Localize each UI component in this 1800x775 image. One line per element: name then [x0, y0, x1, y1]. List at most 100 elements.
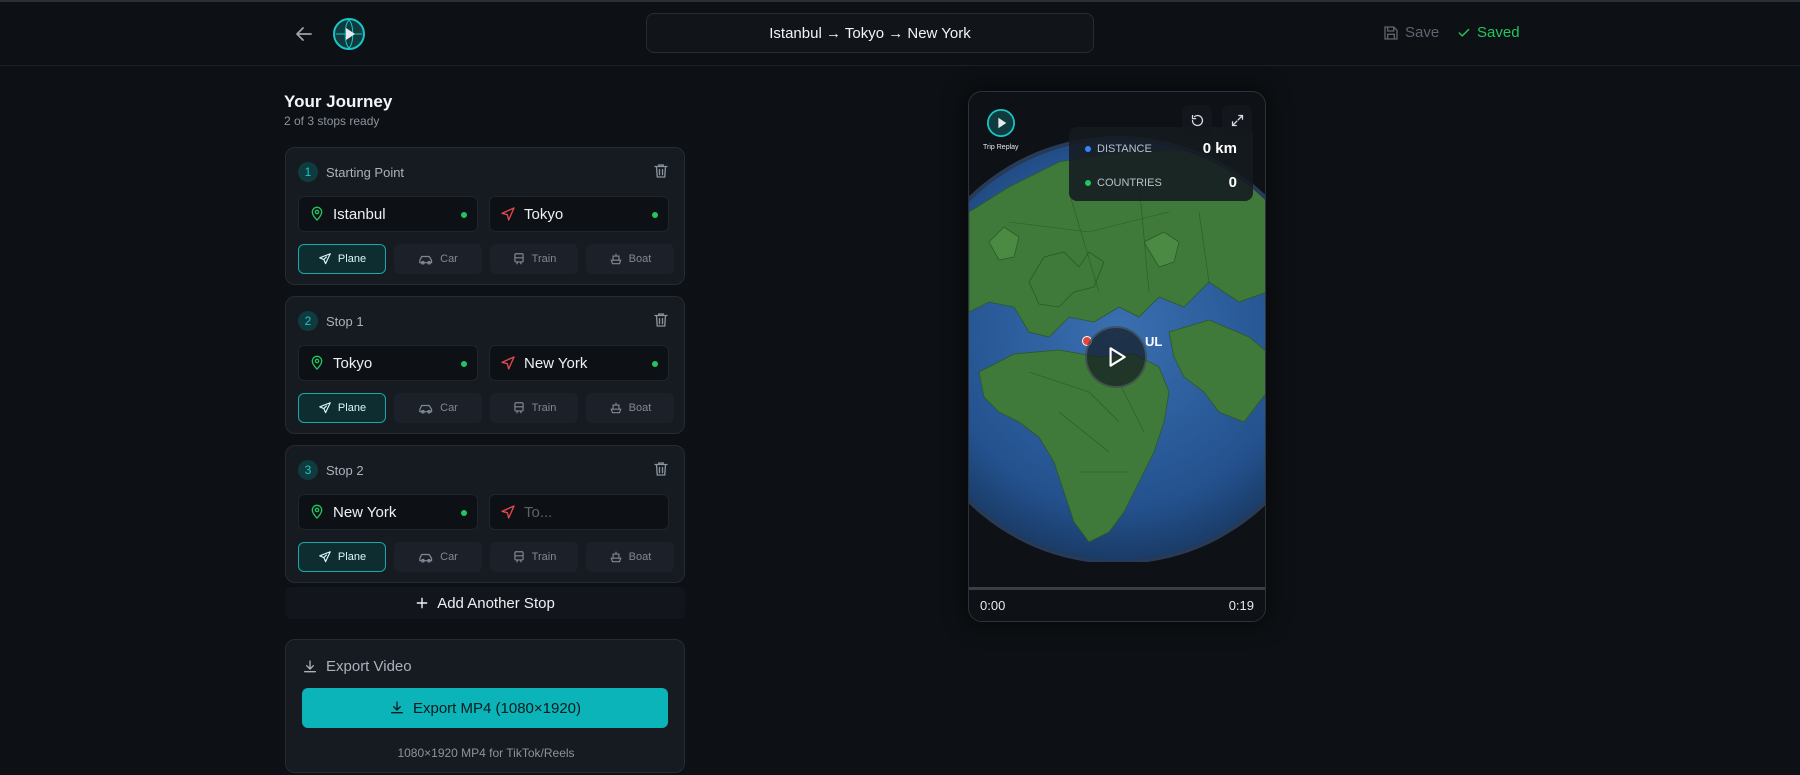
- mode-plane-button[interactable]: Plane: [298, 542, 386, 572]
- play-button[interactable]: [1085, 326, 1147, 388]
- status-dot: [652, 212, 658, 218]
- stop-header: 2 Stop 1: [298, 311, 364, 331]
- mode-car-button[interactable]: Car: [394, 393, 482, 423]
- stat-distance: DISTANCE: [1085, 143, 1152, 155]
- countries-dot: [1085, 180, 1091, 186]
- fullscreen-button[interactable]: [1222, 105, 1252, 135]
- stop-number: 3: [298, 460, 318, 480]
- plane-icon: [318, 550, 332, 564]
- mode-label: Train: [531, 402, 557, 414]
- boat-icon: [609, 252, 623, 266]
- mode-label: Boat: [628, 402, 652, 414]
- boat-icon: [609, 550, 623, 564]
- brand-mark: Trip Replay: [983, 109, 1019, 151]
- expand-icon: [1231, 114, 1243, 126]
- trash-icon[interactable]: [652, 162, 670, 180]
- mode-train-button[interactable]: Train: [490, 244, 578, 274]
- status-dot: [652, 361, 658, 367]
- car-icon: [418, 401, 434, 415]
- stat-countries-value: 0: [1228, 174, 1237, 191]
- transport-modes: Plane Car Train Boat: [298, 244, 674, 274]
- stop-card: 3 Stop 2 New York To... Plane Car Train …: [285, 445, 685, 583]
- stop-label: Starting Point: [326, 164, 405, 180]
- car-icon: [418, 252, 434, 266]
- video-preview: Trip Replay DISTANCE 0 km COUNTRIES 0 UL…: [968, 91, 1266, 622]
- add-stop-label: Add Another Stop: [437, 594, 555, 612]
- to-input[interactable]: New York: [489, 345, 669, 381]
- from-input[interactable]: New York: [298, 494, 478, 530]
- play-icon: [1109, 347, 1126, 367]
- mode-plane-button[interactable]: Plane: [298, 393, 386, 423]
- boat-icon: [609, 401, 623, 415]
- from-input[interactable]: Tokyo: [298, 345, 478, 381]
- download-icon: [390, 701, 403, 714]
- status-dot: [461, 510, 467, 516]
- export-panel: Export Video Export MP4 (1080×1920) 1080…: [285, 639, 685, 773]
- map-pin-icon: [311, 504, 323, 519]
- stop-number: 2: [298, 311, 318, 331]
- mode-train-button[interactable]: Train: [490, 542, 578, 572]
- navigation-arrow-icon: [501, 505, 515, 519]
- add-stop-button[interactable]: Add Another Stop: [285, 587, 685, 619]
- train-icon: [512, 550, 526, 564]
- saved-status: Saved: [1457, 24, 1520, 41]
- mode-label: Boat: [628, 253, 652, 265]
- top-bar: Istanbul → Tokyo → New York Save Saved: [0, 2, 1800, 66]
- mode-boat-button[interactable]: Boat: [586, 244, 674, 274]
- app-logo[interactable]: [333, 18, 365, 50]
- save-icon: [1384, 25, 1398, 40]
- brand-name: Trip Replay: [983, 144, 1019, 151]
- map-pin-icon: [311, 206, 323, 221]
- transport-modes: Plane Car Train Boat: [298, 542, 674, 572]
- from-input[interactable]: Istanbul: [298, 196, 478, 232]
- mode-label: Car: [440, 551, 458, 563]
- plane-icon: [318, 252, 332, 266]
- mode-plane-button[interactable]: Plane: [298, 244, 386, 274]
- app-logo-small: [986, 109, 1015, 137]
- city-label: UL: [1145, 334, 1163, 349]
- journey-title-text: Istanbul → Tokyo → New York: [769, 24, 971, 42]
- to-placeholder: To...: [524, 503, 553, 521]
- mode-train-button[interactable]: Train: [490, 393, 578, 423]
- stop-header: 3 Stop 2: [298, 460, 364, 480]
- mode-label: Boat: [628, 551, 652, 563]
- status-dot: [461, 212, 467, 218]
- stat-countries-label: COUNTRIES: [1097, 177, 1162, 189]
- trash-icon[interactable]: [652, 460, 670, 478]
- mode-car-button[interactable]: Car: [394, 542, 482, 572]
- stat-countries: COUNTRIES: [1085, 177, 1162, 189]
- navigation-arrow-icon: [501, 207, 515, 221]
- replay-button[interactable]: [1182, 105, 1212, 135]
- mode-label: Plane: [337, 551, 367, 563]
- mode-car-button[interactable]: Car: [394, 244, 482, 274]
- status-dot: [461, 361, 467, 367]
- from-value: New York: [333, 503, 397, 521]
- save-button[interactable]: Save: [1383, 24, 1439, 41]
- transport-modes: Plane Car Train Boat: [298, 393, 674, 423]
- plus-icon: [416, 597, 428, 609]
- mode-label: Car: [440, 402, 458, 414]
- export-mp4-button[interactable]: Export MP4 (1080×1920): [302, 688, 668, 728]
- from-value: Istanbul: [333, 205, 386, 223]
- train-icon: [512, 401, 526, 415]
- export-button-label: Export MP4 (1080×1920): [412, 699, 582, 717]
- check-icon: [1458, 28, 1470, 37]
- save-label: Save: [1405, 24, 1440, 41]
- mode-label: Plane: [337, 253, 367, 265]
- to-input[interactable]: To...: [489, 494, 669, 530]
- to-input[interactable]: Tokyo: [489, 196, 669, 232]
- stat-distance-label: DISTANCE: [1097, 143, 1152, 155]
- mode-boat-button[interactable]: Boat: [586, 542, 674, 572]
- time-current: 0:00: [980, 598, 1006, 613]
- stop-header: 1 Starting Point: [298, 162, 404, 182]
- progress-track[interactable]: [969, 587, 1265, 590]
- time-total: 0:19: [1228, 598, 1254, 613]
- stop-label: Stop 1: [326, 313, 364, 329]
- stats-overlay: DISTANCE 0 km COUNTRIES 0: [1069, 127, 1253, 201]
- trash-icon[interactable]: [652, 311, 670, 329]
- journey-title-input[interactable]: Istanbul → Tokyo → New York: [646, 13, 1094, 53]
- car-icon: [418, 550, 434, 564]
- to-value: Tokyo: [524, 205, 564, 223]
- mode-boat-button[interactable]: Boat: [586, 393, 674, 423]
- back-arrow-icon[interactable]: [292, 22, 316, 46]
